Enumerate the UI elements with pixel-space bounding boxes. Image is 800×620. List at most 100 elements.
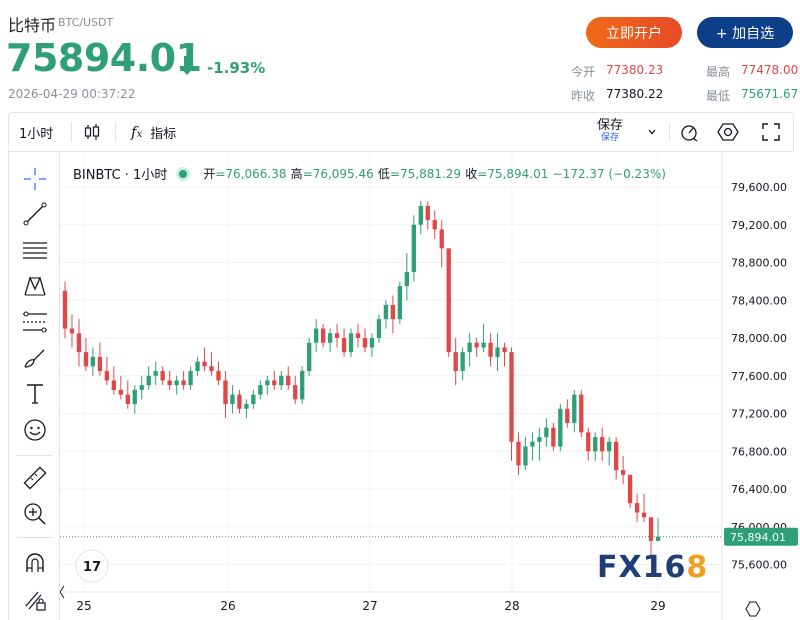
candle-body bbox=[62, 290, 68, 329]
candle-body bbox=[537, 437, 542, 442]
candle-body bbox=[369, 338, 375, 348]
candle-body bbox=[418, 205, 423, 225]
forecast-tool[interactable] bbox=[22, 309, 48, 335]
candle-body bbox=[620, 470, 626, 475]
candle-body bbox=[90, 356, 96, 367]
smiley-icon bbox=[24, 419, 46, 441]
magnet-icon bbox=[26, 553, 44, 572]
candle-body bbox=[69, 328, 75, 334]
last-price: 75894.01 bbox=[6, 36, 202, 80]
candle-body bbox=[125, 394, 130, 405]
save-label: 保存 bbox=[597, 118, 624, 133]
today-open-value: 77380.23 bbox=[606, 63, 664, 77]
candle-body bbox=[572, 394, 577, 423]
trend-line-tool[interactable] bbox=[22, 201, 48, 227]
legend-high-label: 高 bbox=[290, 167, 303, 181]
save-dropdown[interactable] bbox=[647, 113, 657, 151]
candle-body bbox=[376, 319, 382, 338]
candle-body bbox=[188, 371, 193, 386]
candle-body bbox=[544, 427, 549, 438]
candle-body bbox=[334, 333, 340, 338]
candle-body bbox=[509, 352, 514, 442]
toolbar-divider bbox=[71, 122, 72, 142]
candle-body bbox=[502, 347, 507, 353]
candle-body bbox=[460, 352, 465, 372]
candle-body bbox=[467, 342, 472, 353]
candle-body bbox=[439, 229, 444, 249]
candle-body bbox=[97, 356, 103, 372]
chart-toolbar: 1小时 fx 指标 保存 保存 bbox=[8, 112, 794, 152]
candle-body bbox=[327, 333, 333, 343]
candle-body bbox=[432, 220, 437, 230]
candle-body bbox=[362, 338, 368, 348]
candle-body bbox=[286, 375, 291, 386]
price-tick-label: 78,000.00 bbox=[731, 332, 787, 345]
candle-body bbox=[648, 517, 654, 541]
candle-body bbox=[627, 474, 633, 504]
candle-body bbox=[181, 380, 186, 386]
candle-body bbox=[425, 205, 430, 221]
coin-name: 比特币 bbox=[8, 16, 57, 35]
measure-tool[interactable] bbox=[22, 465, 48, 491]
candle-body bbox=[411, 224, 416, 272]
legend-change: −172.37 (−0.23%) bbox=[552, 166, 666, 181]
high-label: 最高 bbox=[706, 65, 731, 79]
quote-timestamp: 2026-04-29 00:37:22 bbox=[8, 87, 136, 101]
candle-body bbox=[174, 380, 179, 386]
time-tick-label: 28 bbox=[504, 599, 519, 613]
zoom-in-tool[interactable] bbox=[22, 501, 48, 527]
candle-body bbox=[551, 427, 556, 447]
fullscreen-button[interactable] bbox=[761, 113, 781, 151]
legend-symbol: BINBTC · 1小时 bbox=[73, 168, 168, 183]
coin-pair: BTC/USDT bbox=[58, 16, 114, 29]
candle-body bbox=[641, 512, 647, 518]
open-account-button[interactable]: 立即开户 bbox=[586, 17, 682, 48]
candle-type-button[interactable] bbox=[83, 113, 101, 151]
price-tick-label: 75,600.00 bbox=[731, 559, 787, 572]
drawing-toolbar bbox=[8, 152, 60, 620]
brush-tool[interactable] bbox=[22, 345, 48, 371]
candle-body bbox=[655, 536, 661, 541]
candle-body bbox=[272, 380, 277, 386]
time-tick-label: 26 bbox=[220, 599, 235, 613]
horizontal-lines-tool[interactable] bbox=[22, 237, 48, 263]
current-price-label: 75,894.01 bbox=[730, 531, 786, 544]
price-tick-label: 77,600.00 bbox=[731, 370, 787, 383]
text-tool[interactable] bbox=[22, 381, 48, 407]
candle-body bbox=[600, 437, 605, 452]
candlestick-icon bbox=[84, 124, 100, 140]
change-percent: -1.93% bbox=[207, 59, 266, 77]
candle-body bbox=[111, 380, 116, 390]
candle-body bbox=[153, 371, 158, 376]
quick-search-button[interactable] bbox=[679, 113, 699, 151]
lock-drawing-tool[interactable] bbox=[22, 586, 48, 612]
price-tick-label: 77,200.00 bbox=[731, 408, 787, 421]
ohlc-legend: BINBTC · 1小时 开=76,066.38 高=76,095.46 低=7… bbox=[73, 164, 666, 184]
candle-body bbox=[488, 342, 493, 357]
candle-body bbox=[313, 328, 319, 343]
candle-body bbox=[139, 385, 144, 390]
settings-button[interactable] bbox=[717, 113, 739, 151]
legend-close-value: =75,894.01 bbox=[477, 167, 549, 181]
candle-body bbox=[495, 347, 500, 357]
fib-lines-icon bbox=[23, 311, 47, 333]
candle-body bbox=[593, 437, 598, 452]
emoji-tool[interactable] bbox=[22, 417, 48, 443]
candle-body bbox=[195, 361, 200, 372]
candle-body bbox=[446, 248, 451, 353]
crosshair-tool[interactable] bbox=[22, 166, 48, 192]
interval-selector[interactable]: 1小时 bbox=[19, 113, 53, 151]
candle-body bbox=[390, 304, 396, 320]
legend-low-value: =75,881.29 bbox=[389, 167, 462, 181]
gear-hexagon-icon bbox=[717, 123, 739, 141]
save-button[interactable]: 保存 保存 bbox=[597, 113, 623, 151]
candle-body bbox=[167, 380, 172, 386]
candle-body bbox=[146, 375, 151, 386]
add-watchlist-button[interactable]: + 加自选 bbox=[697, 17, 793, 48]
indicators-button[interactable]: fx 指标 bbox=[131, 113, 176, 151]
magnet-tool[interactable] bbox=[22, 550, 48, 576]
text-icon bbox=[27, 384, 43, 404]
crosshair-icon bbox=[24, 168, 46, 190]
candle-body bbox=[244, 404, 249, 409]
pattern-tool[interactable] bbox=[22, 273, 48, 299]
